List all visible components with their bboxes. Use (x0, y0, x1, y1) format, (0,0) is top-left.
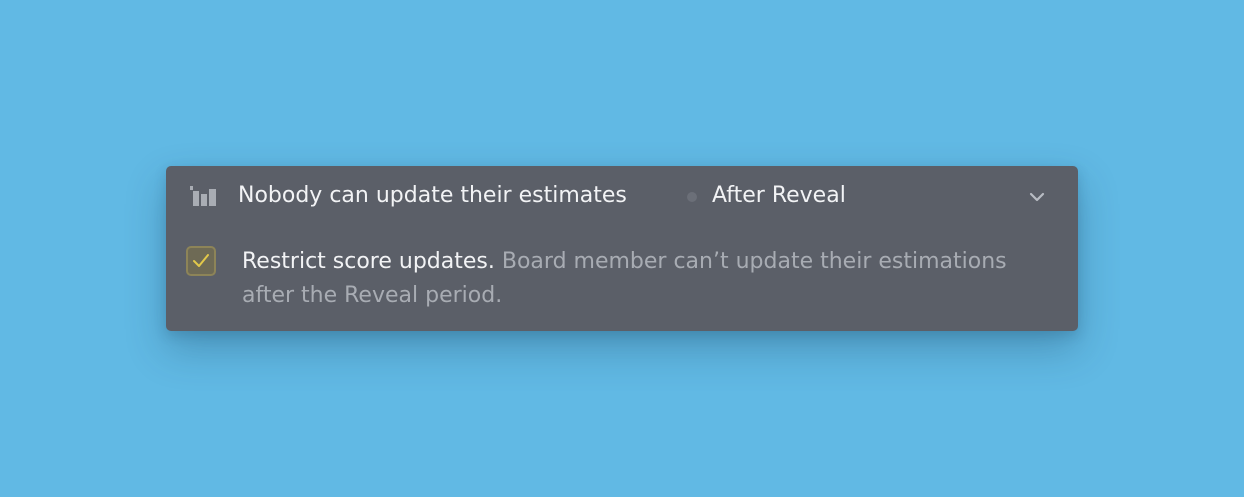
setting-title: Nobody can update their estimates (238, 183, 627, 208)
chevron-down-icon[interactable] (1028, 188, 1046, 206)
bar-chart-icon (190, 186, 216, 206)
restrict-score-checkbox[interactable] (186, 246, 216, 276)
separator-dot (687, 192, 697, 202)
option-description-block: Restrict score updates. Board member can… (242, 245, 1022, 313)
setting-value: After Reveal (712, 183, 846, 208)
setting-header[interactable]: Nobody can update their estimates After … (166, 166, 1078, 228)
checkmark-icon (193, 254, 209, 267)
settings-panel: Nobody can update their estimates After … (166, 166, 1078, 331)
option-label: Restrict score updates. (242, 249, 495, 274)
